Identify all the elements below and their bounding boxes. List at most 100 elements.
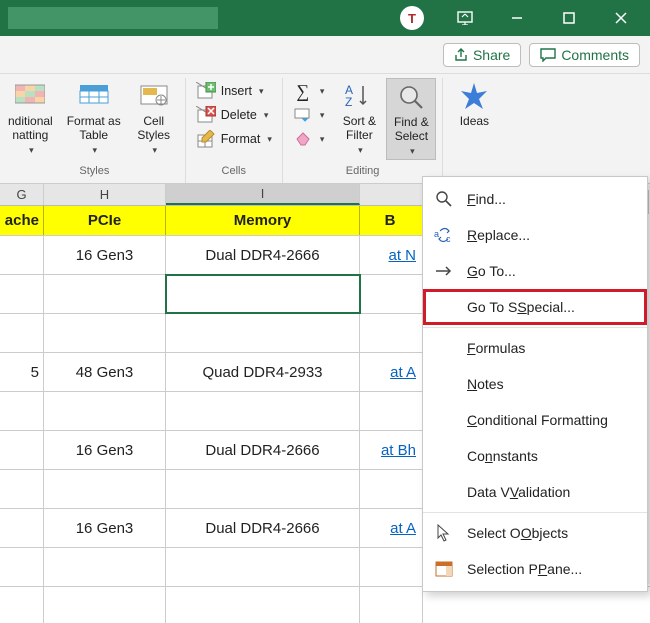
fill-button[interactable]: ▾ <box>289 104 329 126</box>
cell[interactable] <box>44 392 166 430</box>
cell[interactable]: 16 Gen3 <box>44 509 166 547</box>
cell[interactable] <box>0 392 44 430</box>
menu-goto-label: Go To... <box>467 263 516 279</box>
cell[interactable]: at Bh <box>360 431 423 469</box>
menu-goto[interactable]: Go To... <box>423 253 647 289</box>
column-header-H[interactable]: H <box>44 184 166 205</box>
minimize-button[interactable] <box>494 0 540 36</box>
insert-label: Insert <box>221 84 252 98</box>
menu-conditional-formatting[interactable]: Conditional Formatting <box>423 402 647 438</box>
menu-replace[interactable]: ac Replace... <box>423 217 647 253</box>
menu-select-objects[interactable]: Select OObjects <box>423 515 647 551</box>
cell[interactable]: at A <box>360 509 423 547</box>
cell[interactable] <box>0 236 44 274</box>
cell[interactable] <box>360 314 423 352</box>
insert-button[interactable]: Insert▾ <box>192 80 276 102</box>
cell[interactable]: Dual DDR4-2666 <box>166 431 360 469</box>
find-select-icon <box>395 81 427 113</box>
share-button[interactable]: Share <box>443 43 521 67</box>
conditional-formatting-button[interactable]: nditional natting▾ <box>2 78 59 158</box>
cell[interactable]: 16 Gen3 <box>44 431 166 469</box>
sort-filter-button[interactable]: AZ Sort & Filter▾ <box>334 78 384 158</box>
ideas-button[interactable]: Ideas <box>449 78 499 130</box>
svg-text:a: a <box>434 229 439 239</box>
column-header-I[interactable]: I <box>166 184 360 205</box>
maximize-button[interactable] <box>546 0 592 36</box>
delete-button[interactable]: Delete▾ <box>192 104 276 126</box>
cell-styles-icon <box>138 80 170 112</box>
sort-filter-icon: AZ <box>343 80 375 112</box>
header-cache[interactable]: ache <box>0 206 44 235</box>
cell[interactable] <box>166 587 360 623</box>
format-as-table-label: Format as Table <box>67 114 121 143</box>
cell[interactable]: 16 Gen3 <box>44 236 166 274</box>
cell[interactable] <box>44 314 166 352</box>
cell[interactable] <box>44 548 166 586</box>
find-icon <box>433 188 455 210</box>
replace-icon: ac <box>433 224 455 246</box>
sum-button[interactable]: ∑▾ <box>289 80 329 102</box>
header-next[interactable]: B <box>360 206 423 235</box>
cell[interactable] <box>166 392 360 430</box>
comments-button[interactable]: Comments <box>529 43 640 67</box>
cell[interactable] <box>166 275 360 313</box>
menu-constants[interactable]: Connstants <box>423 438 647 474</box>
cell[interactable] <box>0 431 44 469</box>
ribbon-display-options-button[interactable] <box>442 0 488 36</box>
cell[interactable] <box>0 470 44 508</box>
column-header-G[interactable]: G <box>0 184 44 205</box>
cell[interactable]: Dual DDR4-2666 <box>166 509 360 547</box>
cell[interactable]: at A <box>360 353 423 391</box>
menu-goto-special[interactable]: Go To SSpecial... <box>423 289 647 325</box>
menu-replace-label: Replace... <box>467 227 530 243</box>
cell[interactable] <box>166 548 360 586</box>
cell[interactable] <box>0 314 44 352</box>
cell[interactable] <box>0 275 44 313</box>
cell[interactable] <box>0 548 44 586</box>
menu-formulas-label: Formulas <box>467 340 525 356</box>
cell[interactable]: Dual DDR4-2666 <box>166 236 360 274</box>
avatar[interactable]: T <box>400 6 424 30</box>
cell-styles-button[interactable]: Cell Styles▾ <box>129 78 179 158</box>
menu-formulas[interactable]: Formulas <box>423 330 647 366</box>
cell[interactable] <box>44 470 166 508</box>
title-search-field[interactable] <box>8 7 218 29</box>
format-as-table-button[interactable]: Format as Table▾ <box>61 78 127 158</box>
menu-notes[interactable]: Notes <box>423 366 647 402</box>
cell[interactable]: 5 <box>0 353 44 391</box>
header-pcie[interactable]: PCIe <box>44 206 166 235</box>
cell[interactable] <box>423 587 650 623</box>
cell[interactable] <box>166 314 360 352</box>
svg-text:Z: Z <box>345 95 352 109</box>
cell[interactable] <box>360 470 423 508</box>
format-button[interactable]: Format▾ <box>192 128 276 150</box>
cell[interactable] <box>360 587 423 623</box>
close-button[interactable] <box>598 0 644 36</box>
cell[interactable]: at N <box>360 236 423 274</box>
menu-selection-pane[interactable]: Selection PPane... <box>423 551 647 587</box>
cell[interactable] <box>166 470 360 508</box>
menu-data-validation[interactable]: Data VValidation <box>423 474 647 510</box>
cell[interactable] <box>0 509 44 547</box>
cell[interactable] <box>360 548 423 586</box>
header-memory[interactable]: Memory <box>166 206 360 235</box>
menu-find[interactable]: Find... <box>423 181 647 217</box>
group-cells: Insert▾ Delete▾ Format▾ Cells <box>186 78 283 183</box>
clear-button[interactable]: ▾ <box>289 128 329 150</box>
group-label-editing: Editing <box>346 161 380 183</box>
cell[interactable]: 48 Gen3 <box>44 353 166 391</box>
column-header-J[interactable] <box>360 184 423 205</box>
sort-filter-label: Sort & Filter <box>343 114 376 143</box>
group-styles: nditional natting▾ Format as Table▾ Cell… <box>4 78 186 183</box>
menu-selectionpane-label: Selection PPane... <box>467 561 582 577</box>
group-ideas: Ideas <box>443 78 505 183</box>
find-select-button[interactable]: Find & Select▾ <box>386 78 436 160</box>
cell[interactable] <box>44 587 166 623</box>
cell[interactable] <box>360 392 423 430</box>
share-icon <box>454 48 468 62</box>
cell[interactable] <box>0 587 44 623</box>
cell[interactable]: Quad DDR4-2933 <box>166 353 360 391</box>
cell[interactable] <box>360 275 423 313</box>
selection-pane-icon <box>433 558 455 580</box>
cell[interactable] <box>44 275 166 313</box>
